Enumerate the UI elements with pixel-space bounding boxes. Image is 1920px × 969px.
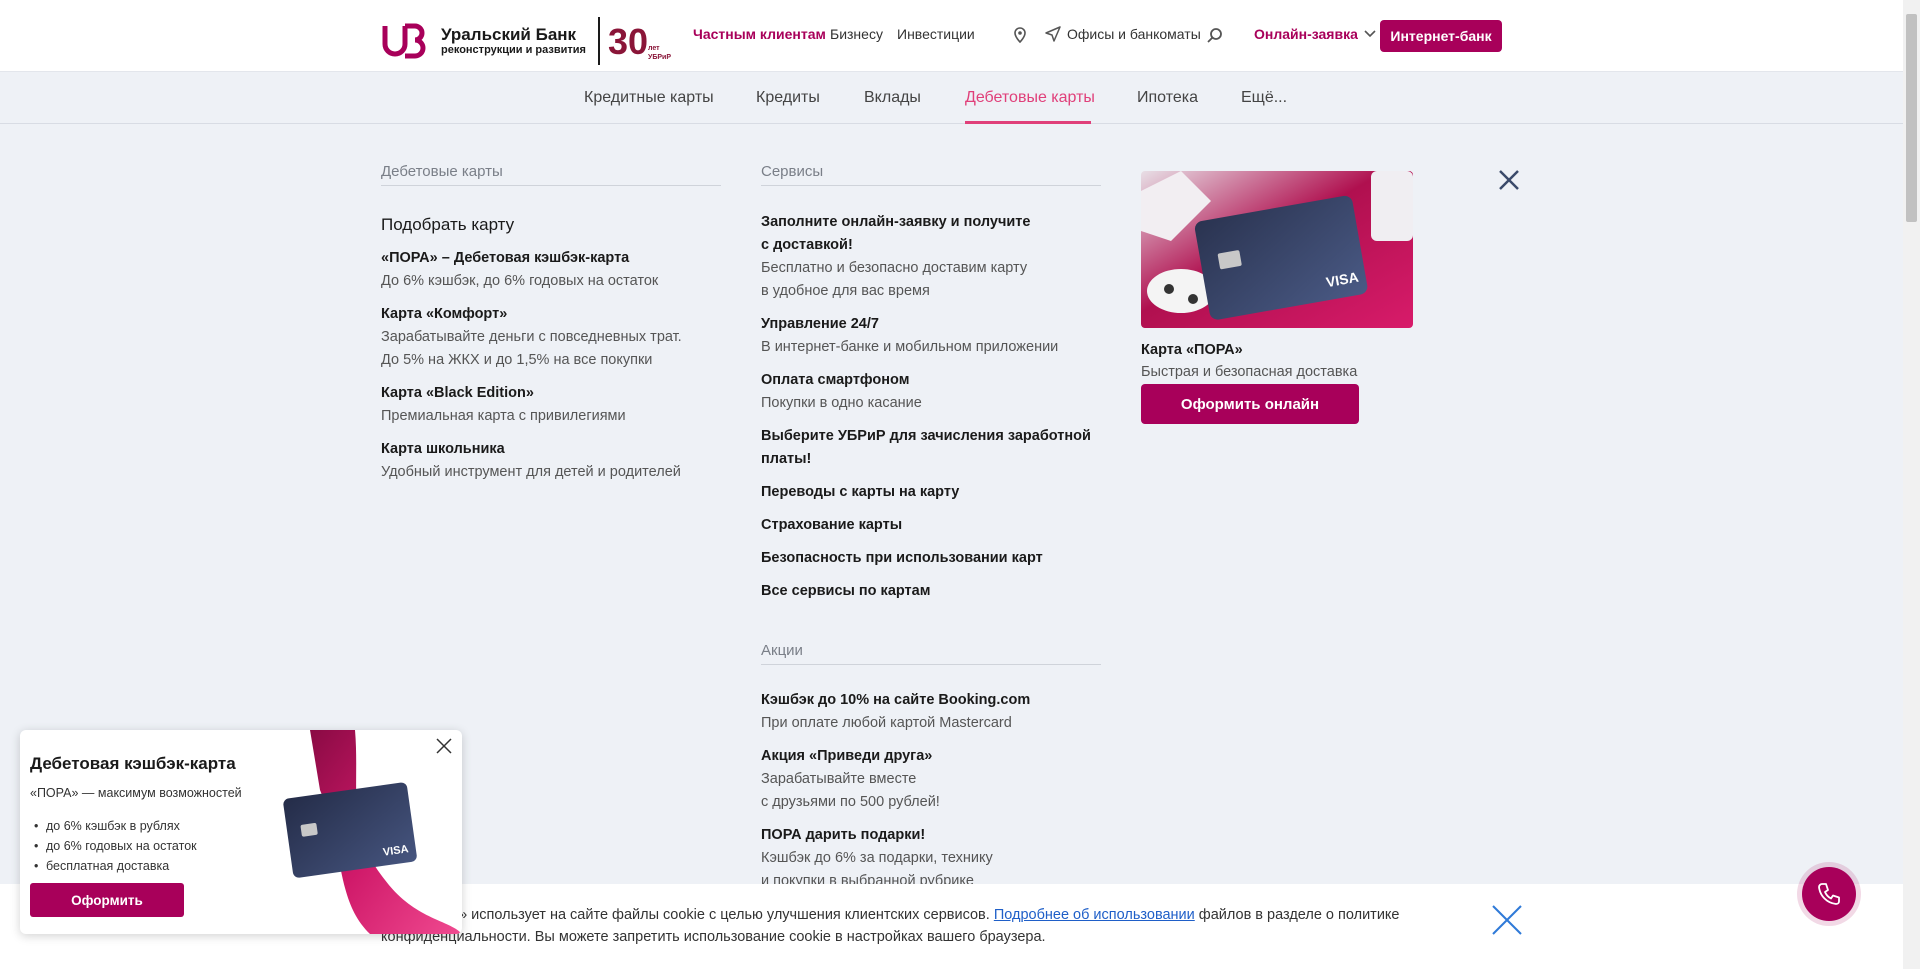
pora-card-promo-image[interactable]: VISA bbox=[1141, 171, 1413, 328]
promo-gifts-link[interactable]: ПОРА дарить подарки! bbox=[761, 824, 925, 847]
column-title-services: Сервисы bbox=[761, 163, 824, 180]
promo-booking-desc: При оплате любой картой Mastercard bbox=[761, 715, 1012, 731]
popup-benefit: до 6% кэшбэк в рублях bbox=[34, 816, 197, 836]
service-online-application-desc-2: в удобное для вас время bbox=[761, 283, 930, 299]
service-insurance-link[interactable]: Страхование карты bbox=[761, 514, 902, 537]
promo-invite-friend-desc-1: Зарабатывайте вместе bbox=[761, 771, 917, 787]
chevron-down-icon bbox=[1364, 30, 1376, 38]
location-pin-icon[interactable] bbox=[1011, 26, 1029, 44]
search-icon[interactable] bbox=[1206, 26, 1224, 44]
offices-label: Офисы и банкоматы bbox=[1067, 26, 1201, 42]
card-school-desc: Удобный инструмент для детей и родителей bbox=[381, 464, 681, 480]
subnav-deposits[interactable]: Вклады bbox=[864, 89, 921, 107]
subnav-mortgage[interactable]: Ипотека bbox=[1137, 89, 1198, 107]
cookie-text-before: АО «УБРиР» использует на сайте файлы coo… bbox=[381, 907, 994, 923]
card-comfort-link[interactable]: Карта «Комфорт» bbox=[381, 303, 507, 326]
service-security-link[interactable]: Безопасность при использовании карт bbox=[761, 547, 1043, 570]
service-all-link[interactable]: Все сервисы по картам bbox=[761, 580, 930, 603]
close-popup-icon[interactable] bbox=[434, 736, 454, 756]
card-black-edition-desc: Премиальная карта с привилегиями bbox=[381, 408, 626, 424]
offices-and-atms-link[interactable]: Офисы и банкоматы bbox=[1045, 26, 1201, 42]
popup-benefit: бесплатная доставка bbox=[34, 856, 197, 876]
header: Уральский Банк реконструкции и развития … bbox=[0, 0, 1903, 72]
column-title-debit-cards: Дебетовые карты bbox=[381, 163, 503, 180]
subnav-debit-cards[interactable]: Дебетовые карты bbox=[965, 89, 1095, 107]
product-subnav: Кредитные карты Кредиты Вклады Дебетовые… bbox=[0, 72, 1903, 124]
service-transfers-link[interactable]: Переводы с карты на карту bbox=[761, 481, 959, 504]
card-comfort-desc-1: Зарабатывайте деньги с повседневных трат… bbox=[381, 329, 682, 345]
nav-business[interactable]: Бизнесу bbox=[830, 26, 883, 42]
column-divider bbox=[761, 664, 1101, 665]
call-button[interactable] bbox=[1802, 867, 1856, 921]
choose-card-link[interactable]: Подобрать карту bbox=[381, 215, 514, 235]
card-pora-desc: До 6% кэшбэк, до 6% годовых на остаток bbox=[381, 273, 659, 289]
subnav-more[interactable]: Ещё... bbox=[1241, 89, 1287, 107]
active-tab-underline bbox=[965, 121, 1091, 124]
svg-text:лет: лет bbox=[648, 45, 660, 52]
internet-bank-button[interactable]: Интернет-банк bbox=[1380, 20, 1502, 52]
promo-gifts-desc-1: Кэшбэк до 6% за подарки, технику bbox=[761, 850, 993, 866]
service-salary-link-2[interactable]: платы! bbox=[761, 448, 811, 471]
popup-apply-button[interactable]: Оформить bbox=[30, 883, 184, 917]
popup-benefit: до 6% годовых на остаток bbox=[34, 836, 197, 856]
cookie-text: АО «УБРиР» использует на сайте файлы coo… bbox=[381, 904, 1441, 948]
column-divider bbox=[381, 185, 721, 186]
column-divider bbox=[761, 185, 1101, 186]
svg-text:30: 30 bbox=[608, 21, 648, 62]
service-smartphone-pay-link[interactable]: Оплата смартфоном bbox=[761, 369, 909, 392]
online-application-label: Онлайн-заявка bbox=[1254, 26, 1358, 42]
debit-card-popup: VISA Дебетовая кэшбэк-карта «ПОРА» — мак… bbox=[20, 730, 462, 934]
service-salary-link-1[interactable]: Выберите УБРиР для зачисления заработной bbox=[761, 425, 1091, 448]
scrollbar-thumb[interactable] bbox=[1906, 14, 1917, 222]
phone-icon bbox=[1818, 883, 1840, 905]
column-title-promotions: Акции bbox=[761, 642, 803, 659]
service-online-application-desc-1: Бесплатно и безопасно доставим карту bbox=[761, 260, 1028, 276]
card-black-edition-link[interactable]: Карта «Black Edition» bbox=[381, 382, 534, 405]
bank-logo[interactable]: Уральский Банк реконструкции и развития … bbox=[381, 17, 680, 65]
service-smartphone-pay-desc: Покупки в одно касание bbox=[761, 395, 922, 411]
service-management-desc: В интернет-банке и мобильном приложении bbox=[761, 339, 1059, 355]
promo-invite-friend-desc-2: с друзьями по 500 рублей! bbox=[761, 794, 940, 810]
logo-subtitle: реконструкции и развития bbox=[441, 44, 586, 57]
popup-benefits-list: до 6% кэшбэк в рублях до 6% годовых на о… bbox=[34, 816, 197, 876]
logo-name: Уральский Банк bbox=[441, 24, 577, 44]
service-online-application-link-2[interactable]: с доставкой! bbox=[761, 234, 853, 257]
service-online-application-link-1[interactable]: Заполните онлайн-заявку и получите bbox=[761, 211, 1030, 234]
promo-invite-friend-link[interactable]: Акция «Приведи друга» bbox=[761, 745, 932, 768]
card-comfort-desc-2: До 5% на ЖКХ и до 1,5% на все покупки bbox=[381, 352, 653, 368]
close-menu-icon[interactable] bbox=[1497, 168, 1521, 192]
cookie-more-link[interactable]: Подробнее об использовании bbox=[994, 907, 1195, 923]
service-management-link[interactable]: Управление 24/7 bbox=[761, 313, 879, 336]
nav-private-clients[interactable]: Частным клиентам bbox=[693, 26, 826, 42]
card-pora-link[interactable]: «ПОРА» – Дебетовая кэшбэк-карта bbox=[381, 247, 629, 270]
logo-divider bbox=[597, 17, 600, 65]
ubrir-logo-icon bbox=[382, 23, 426, 59]
apply-online-button[interactable]: Оформить онлайн bbox=[1141, 384, 1359, 424]
svg-text:УБРиР: УБРиР bbox=[648, 54, 671, 61]
subnav-loans[interactable]: Кредиты bbox=[756, 89, 820, 107]
anniversary-30-logo: 30 лет УБРиР bbox=[608, 21, 671, 62]
nav-investments[interactable]: Инвестиции bbox=[897, 26, 975, 42]
promo-booking-link[interactable]: Кэшбэк до 10% на сайте Booking.com bbox=[761, 689, 1030, 712]
popup-subtitle: «ПОРА» — максимум возможностей bbox=[30, 786, 242, 800]
close-cookie-icon[interactable] bbox=[1490, 903, 1524, 937]
subnav-credit-cards[interactable]: Кредитные карты bbox=[584, 89, 714, 107]
card-school-link[interactable]: Карта школьника bbox=[381, 438, 505, 461]
pora-card-desc: Быстрая и безопасная доставка bbox=[1141, 364, 1358, 380]
online-application-dropdown[interactable]: Онлайн-заявка bbox=[1254, 26, 1376, 42]
navigation-arrow-icon bbox=[1045, 26, 1061, 42]
popup-title: Дебетовая кэшбэк-карта bbox=[30, 754, 236, 773]
pora-card-title: Карта «ПОРА» bbox=[1141, 342, 1243, 358]
popup-card-image: VISA bbox=[283, 730, 462, 934]
